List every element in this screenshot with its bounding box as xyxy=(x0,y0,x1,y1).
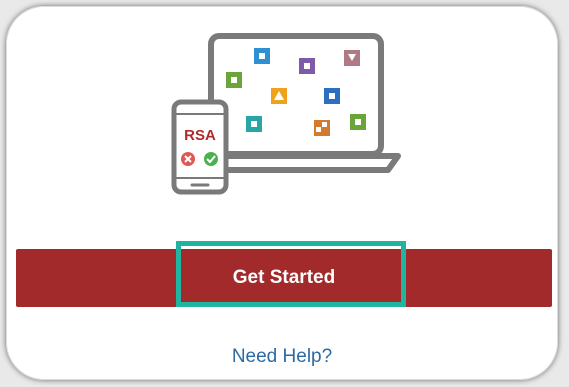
get-started-button[interactable]: Get Started xyxy=(16,249,552,307)
phone-icon: RSA xyxy=(171,99,229,195)
phone-brand-text: RSA xyxy=(184,127,216,144)
approve-icon xyxy=(204,152,218,166)
device-illustration: RSA xyxy=(171,33,401,195)
onboarding-card: RSA Get Started Need Help? xyxy=(6,6,558,380)
reject-icon xyxy=(181,152,195,166)
get-started-label: Get Started xyxy=(232,267,336,288)
need-help-link[interactable]: Need Help? xyxy=(6,346,558,368)
screenshot-frame: RSA Get Started Need Help? xyxy=(0,0,569,387)
